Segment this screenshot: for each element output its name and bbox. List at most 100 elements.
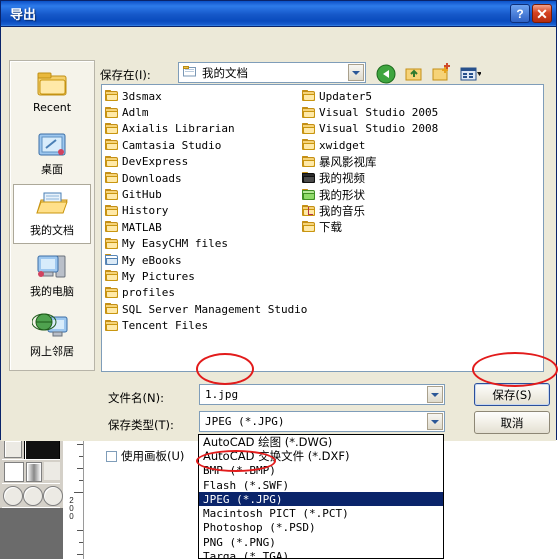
file-list-item[interactable]: Updater5	[302, 88, 502, 104]
file-list-item[interactable]: 暴风影视库	[302, 154, 502, 170]
file-list[interactable]: 3dsmax Adlm Axialis Librarian Camtasia Stud…	[101, 84, 544, 372]
up-one-level-icon[interactable]	[403, 63, 425, 85]
dropdown-option-selected[interactable]: JPEG (*.JPG)	[199, 492, 443, 507]
file-list-item[interactable]: 我的音乐	[302, 203, 502, 219]
folder-icon	[105, 172, 119, 184]
dropdown-option[interactable]: Targa (*.TGA)	[199, 549, 443, 558]
dropdown-option[interactable]: Flash (*.SWF)	[199, 478, 443, 492]
file-list-item[interactable]: 我的形状	[302, 186, 502, 202]
file-list-item[interactable]: SQL Server Management Studio	[105, 301, 307, 317]
tool-pointer[interactable]	[4, 440, 22, 458]
file-list-item[interactable]: 3dsmax	[105, 88, 305, 104]
file-list-item-label: 3dsmax	[122, 89, 162, 103]
tool-fill-preview[interactable]	[24, 438, 60, 460]
file-list-item-label: xwidget	[319, 138, 366, 152]
place-my-computer[interactable]: 我的电脑	[13, 246, 91, 306]
file-list-item[interactable]: MATLAB	[105, 219, 305, 235]
tool-shadow-1[interactable]	[3, 486, 23, 506]
file-list-item[interactable]: Axialis Librarian	[105, 121, 305, 137]
cancel-button[interactable]: 取消	[474, 411, 550, 434]
file-list-item[interactable]: xwidget	[302, 137, 502, 153]
close-icon: ✕	[536, 5, 548, 22]
file-list-item-label: Tencent Files	[122, 319, 209, 333]
file-list-item[interactable]: DevExpress	[105, 154, 305, 170]
dialog-body: 保存在(I): 我的文档 Recent 桌面 我的文档 我的电脑 网上邻居 3d…	[1, 27, 556, 463]
save-in-combo[interactable]: 我的文档	[178, 62, 366, 83]
filetype-dropdown-arrow[interactable]	[427, 413, 443, 430]
tool-fill-color[interactable]	[4, 462, 24, 482]
file-list-item[interactable]: History	[105, 203, 305, 219]
filetype-label: 保存类型(T):	[108, 418, 174, 432]
filename-dropdown-arrow[interactable]	[427, 386, 443, 403]
file-list-item[interactable]: Adlm	[105, 104, 305, 120]
filename-field[interactable]: 1.jpg	[199, 384, 445, 405]
folder-icon	[105, 237, 119, 250]
file-list-item[interactable]: My eBooks	[105, 252, 305, 268]
file-list-item[interactable]: Downloads	[105, 170, 305, 186]
place-desktop[interactable]: 桌面	[13, 124, 91, 184]
screen: 200 导出 ? ✕ 保存在(I): 我的文档 Recent 桌面 我的文档 我…	[0, 0, 559, 559]
folder-icon	[105, 106, 119, 119]
save-in-label: 保存在(I):	[100, 68, 151, 82]
dropdown-option[interactable]: PNG (*.PNG)	[199, 535, 443, 549]
export-dialog: 导出 ? ✕ 保存在(I): 我的文档 Recent 桌面 我的文档 我的电脑 …	[0, 0, 557, 463]
checkbox-box[interactable]	[106, 450, 117, 462]
file-list-item-label: My Pictures	[122, 269, 195, 283]
place-label: 我的电脑	[30, 285, 74, 298]
folder-icon	[105, 286, 119, 299]
file-list-column-1: 3dsmax Adlm Axialis Librarian Camtasia Stud…	[105, 88, 307, 334]
file-list-item[interactable]: My EasyCHM files	[105, 236, 305, 252]
use-artboard-checkbox[interactable]: 使用画板(U)	[106, 448, 184, 464]
cancel-button-label: 取消	[500, 415, 524, 430]
file-list-item[interactable]: Tencent Files	[105, 317, 305, 333]
tool-gradient[interactable]	[26, 462, 42, 482]
dialog-title-bar[interactable]: 导出 ? ✕	[1, 1, 556, 27]
file-list-item-label: Visual Studio 2005	[319, 106, 439, 120]
file-list-item-label: 下载	[319, 220, 342, 235]
help-button[interactable]: ?	[510, 4, 530, 23]
place-recent[interactable]: Recent	[13, 64, 91, 124]
tool-line-red[interactable]	[44, 462, 60, 480]
file-list-item[interactable]: 我的视频	[302, 170, 502, 186]
folder-icon	[105, 319, 119, 332]
file-list-item[interactable]: 下载	[302, 219, 502, 235]
dropdown-option[interactable]: AutoCAD 交换文件 (*.DXF)	[199, 449, 443, 463]
file-list-item[interactable]: GitHub	[105, 186, 305, 202]
new-folder-icon[interactable]	[431, 63, 453, 85]
folder-icon	[105, 90, 119, 102]
file-list-item-label: Downloads	[122, 171, 182, 185]
folder-icon	[302, 155, 316, 168]
close-button[interactable]: ✕	[532, 4, 552, 23]
filename-value: 1.jpg	[205, 388, 239, 401]
filetype-dropdown-list[interactable]: AutoCAD 绘图 (*.DWG) AutoCAD 交换文件 (*.DXF) BM…	[198, 434, 444, 559]
use-artboard-label: 使用画板(U)	[121, 449, 185, 463]
tool-shadow-2[interactable]	[23, 486, 43, 506]
folder-icon	[105, 270, 119, 282]
file-list-item[interactable]: My Pictures	[105, 268, 305, 284]
file-list-item[interactable]: Visual Studio 2008	[302, 121, 502, 137]
dropdown-option[interactable]: AutoCAD 绘图 (*.DWG)	[199, 435, 443, 449]
save-in-dropdown-arrow[interactable]	[348, 64, 364, 81]
folder-icon	[302, 106, 316, 119]
my-documents-icon	[14, 185, 90, 221]
network-places-icon	[13, 306, 91, 342]
file-list-item[interactable]: Visual Studio 2005	[302, 104, 502, 120]
save-button[interactable]: 保存(S)	[474, 383, 550, 406]
file-list-item[interactable]: profiles	[105, 285, 305, 301]
place-network[interactable]: 网上邻居	[13, 306, 91, 366]
desktop-icon	[13, 124, 91, 160]
dropdown-option[interactable]: BMP (*.BMP)	[199, 464, 443, 478]
dropdown-option[interactable]: Macintosh PICT (*.PCT)	[199, 506, 443, 520]
place-label: Recent	[32, 101, 72, 114]
filetype-combo[interactable]: JPEG (*.JPG)	[199, 411, 445, 432]
file-list-item-label: Axialis Librarian	[122, 122, 235, 136]
views-icon[interactable]	[459, 63, 482, 85]
save-in-value: 我的文档	[202, 65, 248, 80]
file-list-item-label: Visual Studio 2008	[319, 122, 439, 136]
folder-icon	[105, 155, 119, 168]
dropdown-option[interactable]: Photoshop (*.PSD)	[199, 521, 443, 535]
tool-shadow-3[interactable]	[43, 486, 63, 506]
place-my-documents[interactable]: 我的文档	[13, 184, 91, 244]
back-icon[interactable]	[375, 63, 397, 85]
file-list-item[interactable]: Camtasia Studio	[105, 137, 305, 153]
